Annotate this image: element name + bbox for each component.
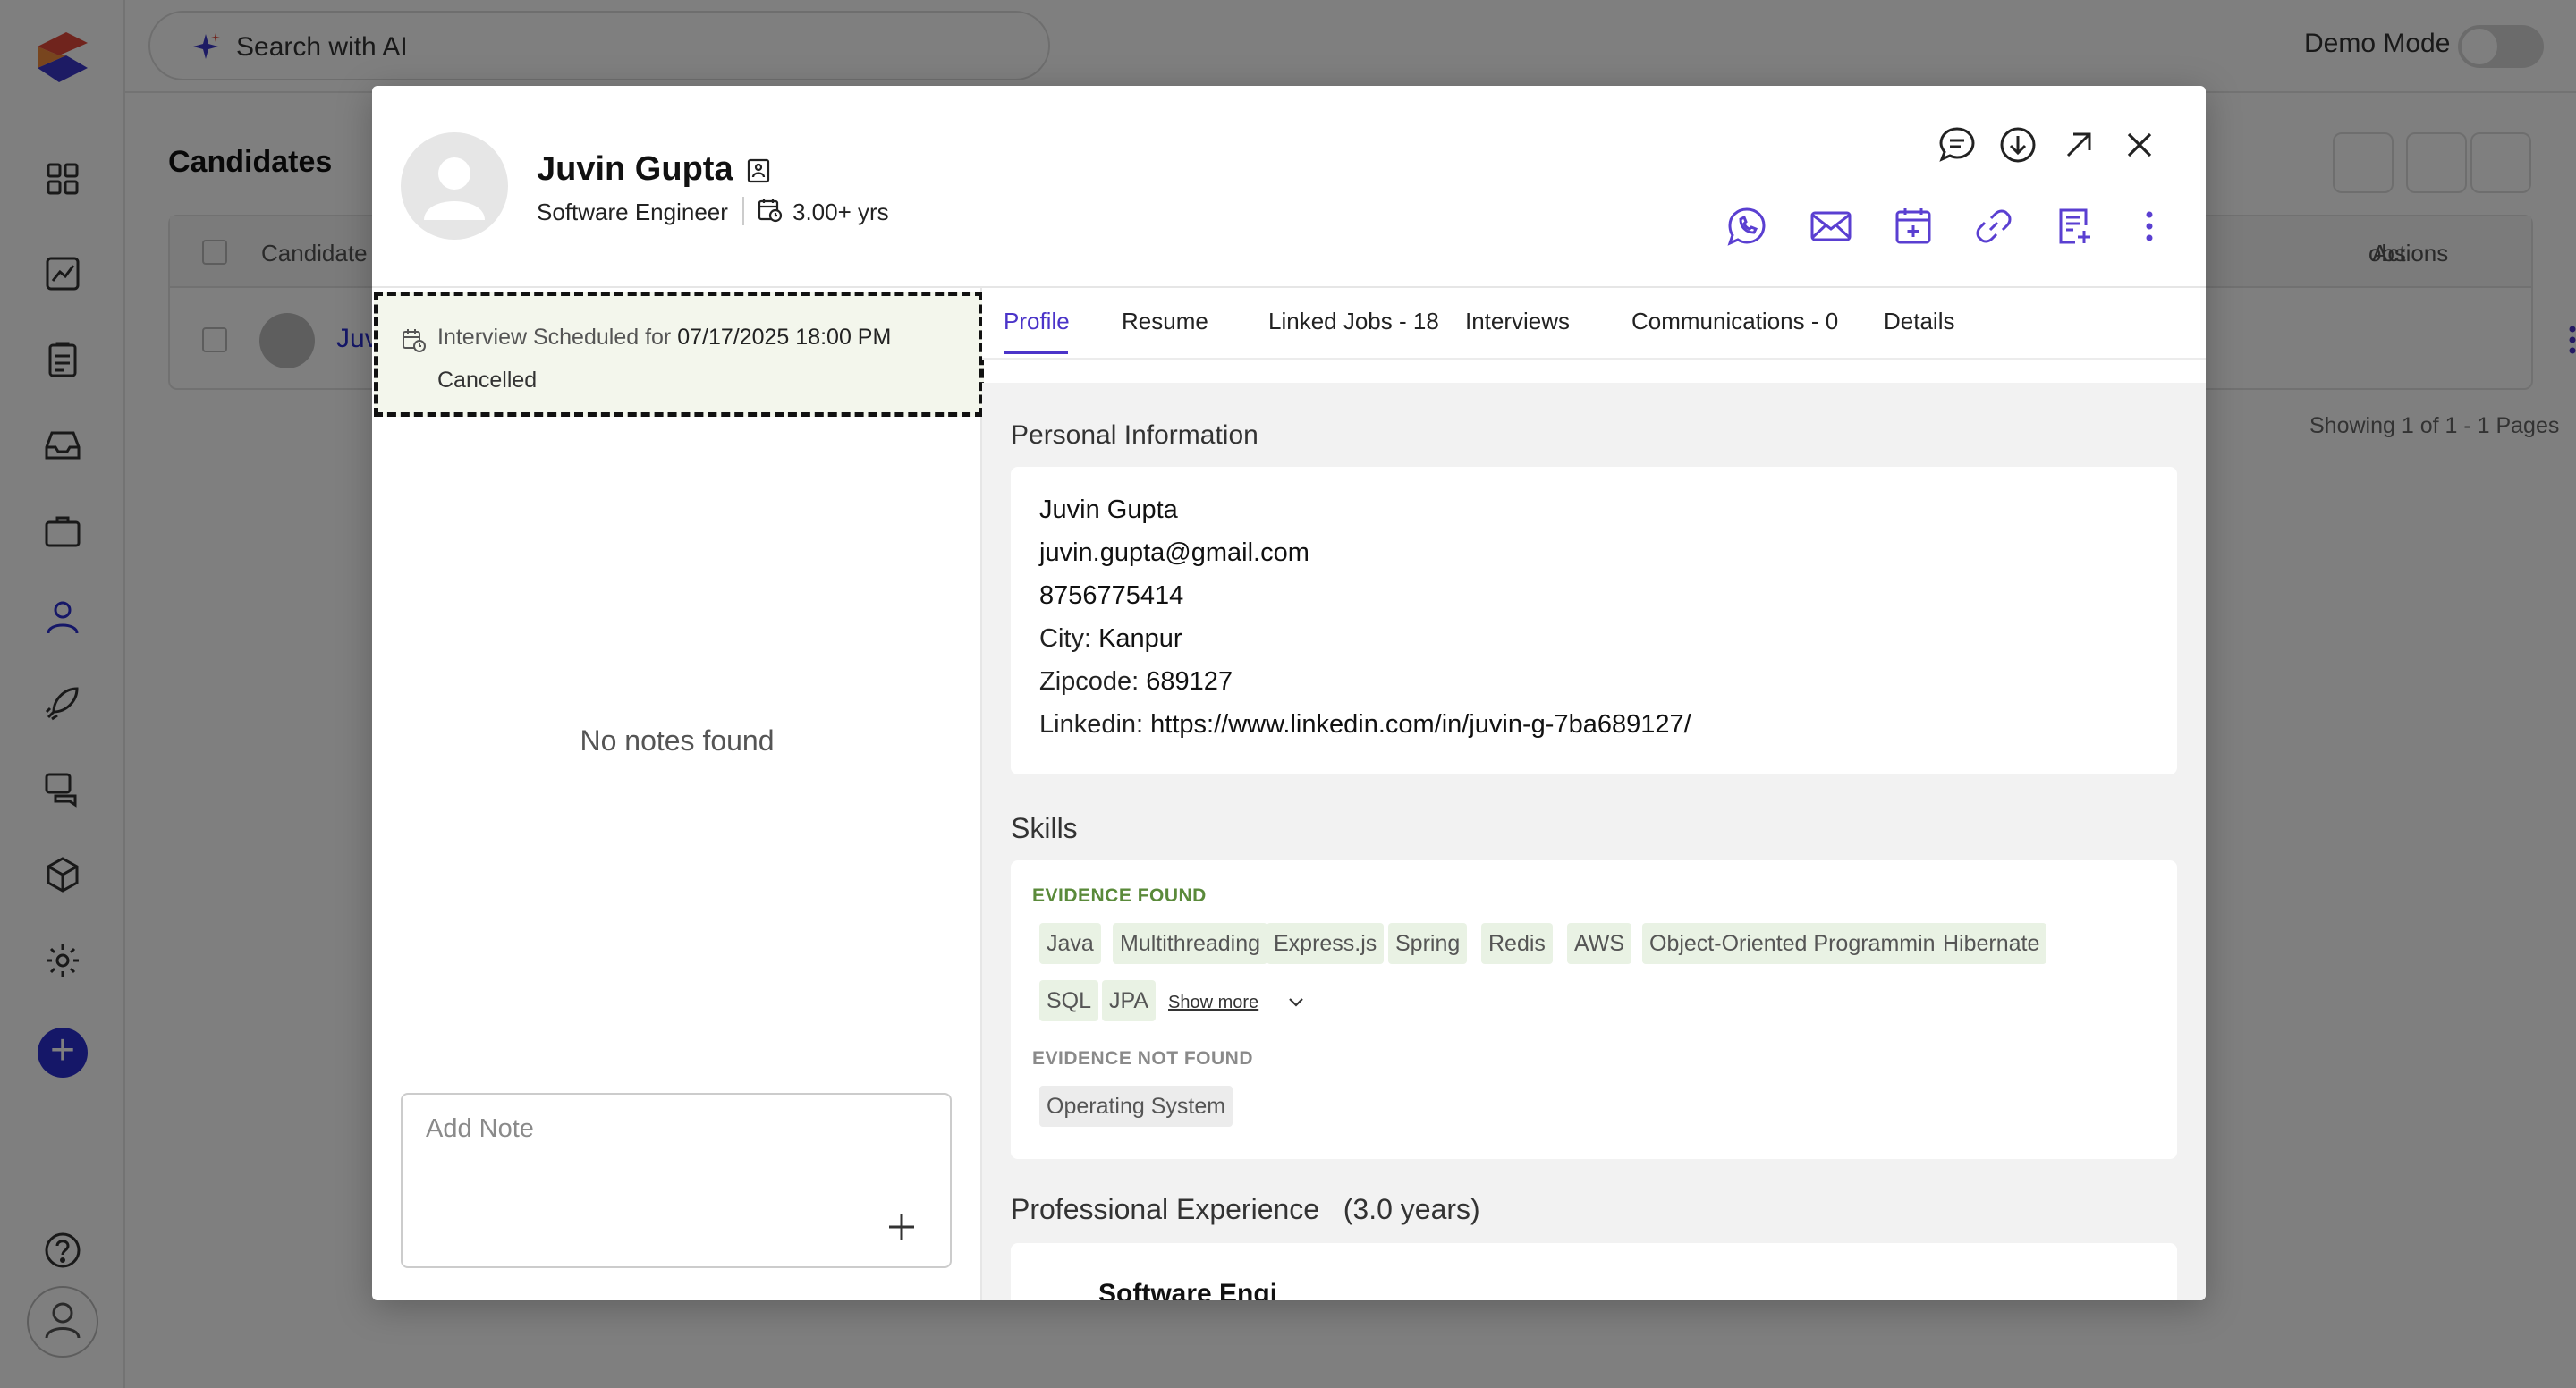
calendar-add-icon[interactable] (1891, 204, 1936, 249)
professional-experience-title: Professional Experience (3.0 years) (1011, 1193, 1480, 1225)
interview-scheduled-text: Interview Scheduled for 07/17/2025 18:00… (437, 325, 892, 350)
link-icon[interactable] (1971, 204, 2016, 249)
personal-phone[interactable]: 8756775414 (1039, 581, 1183, 611)
personal-name: Juvin Gupta (1039, 495, 1178, 524)
add-note-field[interactable]: Add Note (401, 1093, 952, 1268)
candidate-header: Juvin Gupta Software Engineer 3.00+ yrs (372, 86, 2206, 288)
tab-linked-jobs[interactable]: Linked Jobs - 18 (1268, 308, 1439, 335)
notes-pane: Interview Scheduled for 07/17/2025 18:00… (372, 288, 984, 1300)
person-icon (424, 157, 485, 220)
skill-chip: Hibernate (1936, 923, 2047, 964)
download-icon[interactable] (1996, 123, 2039, 166)
skill-chip: SQL (1039, 980, 1099, 1021)
tab-communications[interactable]: Communications - 0 (1631, 308, 1838, 335)
skills-card: EVIDENCE FOUND Java Multithreading Expre… (1011, 860, 2177, 1159)
candidate-avatar (401, 132, 508, 240)
candidate-role: Software Engineer (537, 199, 728, 225)
skill-chip: JPA (1102, 980, 1156, 1021)
tab-interviews[interactable]: Interviews (1465, 308, 1570, 335)
interview-banner[interactable]: Interview Scheduled for 07/17/2025 18:00… (374, 292, 984, 417)
skill-chip: Redis (1481, 923, 1553, 964)
profile-tabs: Profile Resume Linked Jobs - 18 Intervie… (982, 288, 2206, 360)
candidate-experience: 3.00+ yrs (792, 199, 889, 225)
show-more-link[interactable]: Show more (1168, 993, 1258, 1013)
calendar-clock-icon (402, 329, 426, 352)
tab-profile[interactable]: Profile (1004, 308, 1070, 335)
evidence-not-found-label: EVIDENCE NOT FOUND (1032, 1048, 1254, 1069)
note-add-icon[interactable] (2052, 204, 2097, 249)
open-external-icon[interactable] (2057, 123, 2100, 166)
no-notes-text: No notes found (580, 724, 775, 757)
skill-chip: Express.js (1267, 923, 1385, 964)
candidate-modal: Juvin Gupta Software Engineer 3.00+ yrs … (372, 86, 2206, 1300)
tab-details[interactable]: Details (1884, 308, 1954, 335)
evidence-found-label: EVIDENCE FOUND (1032, 885, 1207, 906)
plus-icon[interactable] (884, 1209, 919, 1245)
personal-city: City: Kanpur (1039, 624, 1182, 653)
skill-chip: Multithreading (1113, 923, 1268, 964)
header-separator (742, 197, 744, 225)
close-icon[interactable] (2118, 123, 2161, 166)
skill-chip: Java (1039, 923, 1101, 964)
personal-info-card: Juvin Gupta juvin.gupta@gmail.com 875677… (1011, 467, 2177, 774)
email-icon[interactable] (1809, 204, 1853, 249)
more-options-icon[interactable] (2127, 204, 2172, 249)
personal-linkedin[interactable]: Linkedin: https://www.linkedin.com/in/ju… (1039, 710, 1691, 740)
calendar-clock-icon (758, 199, 783, 223)
personal-zipcode: Zipcode: 689127 (1039, 667, 1233, 696)
chevron-down-icon[interactable] (1286, 994, 1306, 1011)
candidate-name: Juvin Gupta (537, 150, 733, 188)
whatsapp-icon[interactable] (1724, 204, 1769, 249)
skill-chip: AWS (1567, 923, 1632, 964)
chat-icon[interactable] (1936, 123, 1979, 166)
tab-resume[interactable]: Resume (1122, 308, 1208, 335)
interview-datetime: 07/17/2025 18:00 PM (677, 325, 892, 350)
add-note-placeholder: Add Note (426, 1114, 534, 1143)
experience-card: Software Engi (1011, 1243, 2177, 1300)
active-tab-indicator (1004, 351, 1068, 354)
skill-chip-missing: Operating System (1039, 1086, 1233, 1127)
interview-status: Cancelled (437, 368, 538, 393)
profile-content[interactable]: Personal Information Juvin Gupta juvin.g… (982, 383, 2206, 1300)
skills-title: Skills (1011, 812, 1078, 844)
experience-role-title: Software Engi (1098, 1279, 1278, 1300)
personal-email[interactable]: juvin.gupta@gmail.com (1039, 538, 1309, 568)
id-card-icon[interactable] (746, 157, 771, 184)
personal-info-title: Personal Information (1011, 420, 1258, 450)
skill-chip: Spring (1388, 923, 1468, 964)
